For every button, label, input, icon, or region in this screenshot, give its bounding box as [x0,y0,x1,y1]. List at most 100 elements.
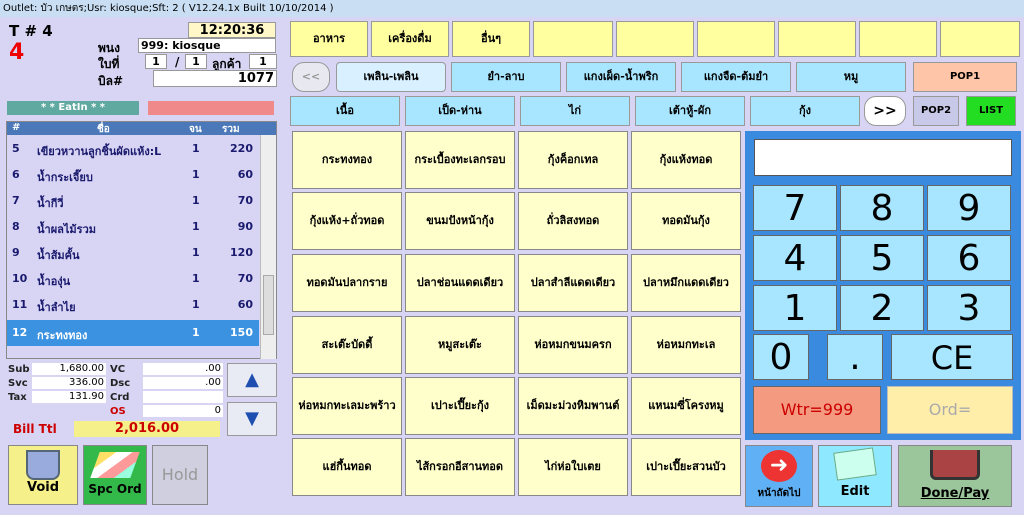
subcat-shrimp[interactable]: กุ้ง [750,96,860,126]
key-0[interactable]: 0 [753,334,809,380]
table-row[interactable]: 8 น้ำผลไม้รวม 1 90 [7,214,259,240]
order-button[interactable]: Ord= [887,386,1013,434]
next-subcat-button[interactable]: >> [864,96,906,126]
key-7[interactable]: 7 [753,185,837,231]
menu-item[interactable]: ห่อหมกทะเลมะพร้าว [292,377,402,435]
done-pay-button[interactable]: Done/Pay [898,445,1012,507]
os-value: 0 [143,405,223,417]
list-button[interactable]: LIST [966,96,1016,126]
menu-item[interactable]: ห่อหมกขนมครก [518,316,628,374]
waiter-button[interactable]: Wtr=999 [753,386,881,434]
scroll-down-button[interactable]: ▼ [227,402,277,436]
key-1[interactable]: 1 [753,285,837,331]
menu-item[interactable]: กระเบื้องทะเลกรอบ [405,131,515,189]
hold-button[interactable]: Hold [152,445,208,505]
subcat-pork[interactable]: หมู [796,62,906,92]
clock: 12:20:36 [188,22,276,38]
table-row[interactable]: 10 น้ำองุ่น 1 70 [7,266,259,292]
status-bar [148,101,274,115]
category-empty[interactable] [616,21,694,57]
eatin-banner: * * EatIn * * [7,101,139,115]
table-row-selected[interactable]: 12 กระทงทอง 1 150 [7,320,259,346]
menu-item[interactable]: ปลาสำลีแดดเดียว [518,254,628,312]
bill-no-label: บิล# [98,74,124,88]
category-food[interactable]: อาหาร [290,21,368,57]
menu-item[interactable]: ปลาหมึกแดดเดียว [631,254,741,312]
subcat-plearn[interactable]: เพลิน-เพลิน [336,62,446,92]
edit-button[interactable]: Edit [818,445,892,507]
keypad-display[interactable] [754,139,1012,176]
order-list-scrollbar[interactable] [260,135,276,359]
category-empty[interactable] [697,21,775,57]
order-header: T # 4 4 12:20:36 พนง 999: kiosque ใบที่ … [3,18,283,92]
subcat-beef[interactable]: เนื้อ [290,96,400,126]
subcat-yam-larb[interactable]: ยำ-ลาบ [451,62,561,92]
pop2-button[interactable]: POP2 [913,96,959,126]
category-empty[interactable] [778,21,856,57]
menu-item[interactable]: กุ้งแห้งทอด [631,131,741,189]
category-empty[interactable] [859,21,937,57]
menu-item[interactable]: เปาะเปี๊ยะกุ้ง [405,377,515,435]
menu-item[interactable]: ปลาช่อนแดดเดียว [405,254,515,312]
menu-item[interactable]: กุ้งแห้ง+ถั่วทอด [292,192,402,250]
key-5[interactable]: 5 [840,235,924,281]
menu-item[interactable]: หมูสะเต๊ะ [405,316,515,374]
key-9[interactable]: 9 [927,185,1011,231]
col-total: รวม [222,124,240,135]
table-row[interactable]: 7 น้ำกีวี่ 1 70 [7,188,259,214]
scroll-up-button[interactable]: ▲ [227,363,277,397]
subcat-soup[interactable]: แกงจืด-ต้มยำ [681,62,791,92]
key-3[interactable]: 3 [927,285,1011,331]
category-empty[interactable] [533,21,613,57]
menu-item[interactable]: ไส้กรอกอีสานทอด [405,438,515,496]
subcat-curry[interactable]: แกงเผ็ด-น้ำพริก [566,62,676,92]
key-8[interactable]: 8 [840,185,924,231]
menu-item[interactable]: สะเต๊ะบัดดี้ [292,316,402,374]
menu-item[interactable]: ขนมปังหน้ากุ้ง [405,192,515,250]
category-drinks[interactable]: เครื่องดื่ม [371,21,449,57]
menu-item[interactable]: กุ้งค็อกเทล [518,131,628,189]
category-empty[interactable] [940,21,1020,57]
key-ce[interactable]: CE [891,334,1013,380]
next-page-button[interactable]: ➜ หน้าถัดไป [745,445,813,507]
subcat-duck[interactable]: เป็ด-ห่าน [405,96,515,126]
key-6[interactable]: 6 [927,235,1011,281]
menu-item[interactable]: แหนมซี่โครงหมู [631,377,741,435]
menu-item[interactable]: ทอดมันกุ้ง [631,192,741,250]
sub-value: 1,680.00 [32,363,106,375]
menu-item[interactable]: เม็ดมะม่วงหิมพานต์ [518,377,628,435]
menu-item[interactable]: ไก่ห่อใบเตย [518,438,628,496]
key-dot[interactable]: . [827,334,883,380]
void-button[interactable]: Void [8,445,78,505]
menu-item[interactable]: แฮ่กึ้นทอด [292,438,402,496]
key-2[interactable]: 2 [840,285,924,331]
menu-item[interactable]: กระทงทอง [292,131,402,189]
table-row[interactable]: 11 น้ำลำไย 1 60 [7,292,259,318]
table-label: T # 4 [9,22,53,40]
pop1-button[interactable]: POP1 [913,62,1017,92]
subcat-tofu-veg[interactable]: เต้าหู้-ผัก [635,96,745,126]
edit-icon [833,447,877,481]
menu-item[interactable]: ถั่วลิสงทอด [518,192,628,250]
menu-item[interactable]: ห่อหมกทะเล [631,316,741,374]
order-list[interactable]: # ชื่อ จน รวม 5 เขียวหวานลูกชิ้นผัดแห้ง:L… [6,121,277,359]
crd-value [143,391,223,403]
menu-item[interactable]: เปาะเปี๊ยะสวนบัว [631,438,741,496]
bill-part-num[interactable]: 1 [145,54,167,69]
scroll-thumb[interactable] [263,275,274,335]
key-4[interactable]: 4 [753,235,837,281]
customers-value[interactable]: 1 [249,54,277,69]
spc-ord-button[interactable]: Spc Ord [83,445,147,505]
col-qty: จน [189,124,202,135]
numeric-keypad: 7 8 9 4 5 6 1 2 3 0 . CE Wtr=999 Ord= [745,131,1021,440]
subcat-chicken[interactable]: ไก่ [520,96,630,126]
menu-item[interactable]: ทอดมันปลากราย [292,254,402,312]
window-title: Outlet: บัว เกษตร;Usr: kiosque;Sft: 2 ( … [0,0,1024,17]
category-others[interactable]: อื่นๆ [452,21,530,57]
prev-subcat-button[interactable]: << [292,62,330,92]
dsc-label: Dsc [110,378,131,389]
vc-label: VC [110,364,126,375]
table-row[interactable]: 5 เขียวหวานลูกชิ้นผัดแห้ง:L 1 220 [7,136,259,162]
table-row[interactable]: 6 น้ำกระเจี๊ยบ 1 60 [7,162,259,188]
table-row[interactable]: 9 น้ำส้มคั้น 1 120 [7,240,259,266]
